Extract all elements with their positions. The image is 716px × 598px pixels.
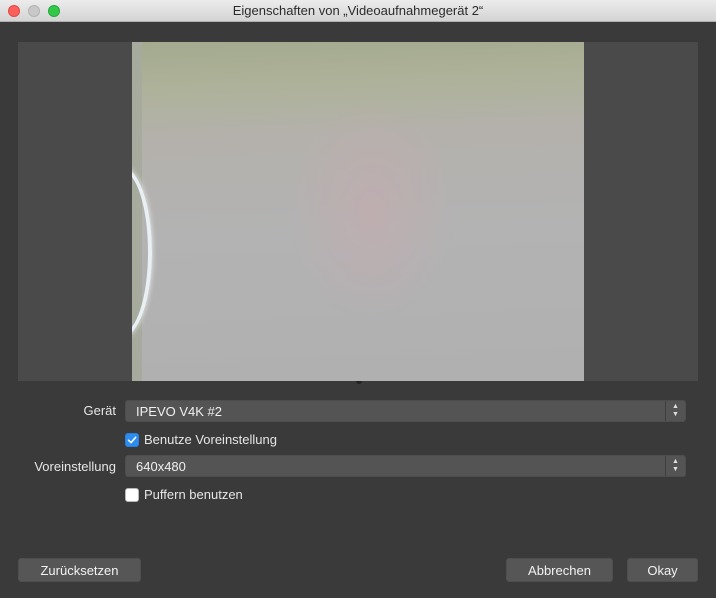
window-title: Eigenschaften von „Videoaufnahmegerät 2“ bbox=[232, 3, 484, 18]
buffering-checkbox[interactable] bbox=[125, 487, 139, 502]
light-glare bbox=[132, 167, 152, 337]
preset-select[interactable]: 640x480 ▲ ▼ bbox=[125, 455, 686, 477]
title-bar: Eigenschaften von „Videoaufnahmegerät 2“ bbox=[0, 0, 716, 22]
chevron-updown-icon: ▲ ▼ bbox=[665, 456, 685, 476]
device-value: IPEVO V4K #2 bbox=[136, 404, 222, 419]
use-preset-label[interactable]: Benutze Voreinstellung bbox=[144, 432, 277, 447]
video-preview bbox=[18, 42, 698, 381]
splitter-handle[interactable] bbox=[356, 381, 362, 384]
chevron-updown-icon: ▲ ▼ bbox=[665, 401, 685, 421]
ok-button[interactable]: Okay bbox=[627, 558, 698, 582]
use-preset-row[interactable]: Benutze Voreinstellung bbox=[125, 432, 277, 447]
device-label: Gerät bbox=[83, 403, 116, 418]
reset-button[interactable]: Zurücksetzen bbox=[18, 558, 141, 582]
use-preset-checkbox[interactable] bbox=[125, 432, 139, 447]
device-select[interactable]: IPEVO V4K #2 ▲ ▼ bbox=[125, 400, 686, 422]
camera-image bbox=[132, 42, 584, 381]
preset-value: 640x480 bbox=[136, 459, 186, 474]
buffering-row[interactable]: Puffern benutzen bbox=[125, 487, 243, 502]
preset-label: Voreinstellung bbox=[34, 459, 116, 474]
cancel-button[interactable]: Abbrechen bbox=[506, 558, 613, 582]
checkmark-icon bbox=[127, 436, 137, 443]
buffering-label[interactable]: Puffern benutzen bbox=[144, 487, 243, 502]
